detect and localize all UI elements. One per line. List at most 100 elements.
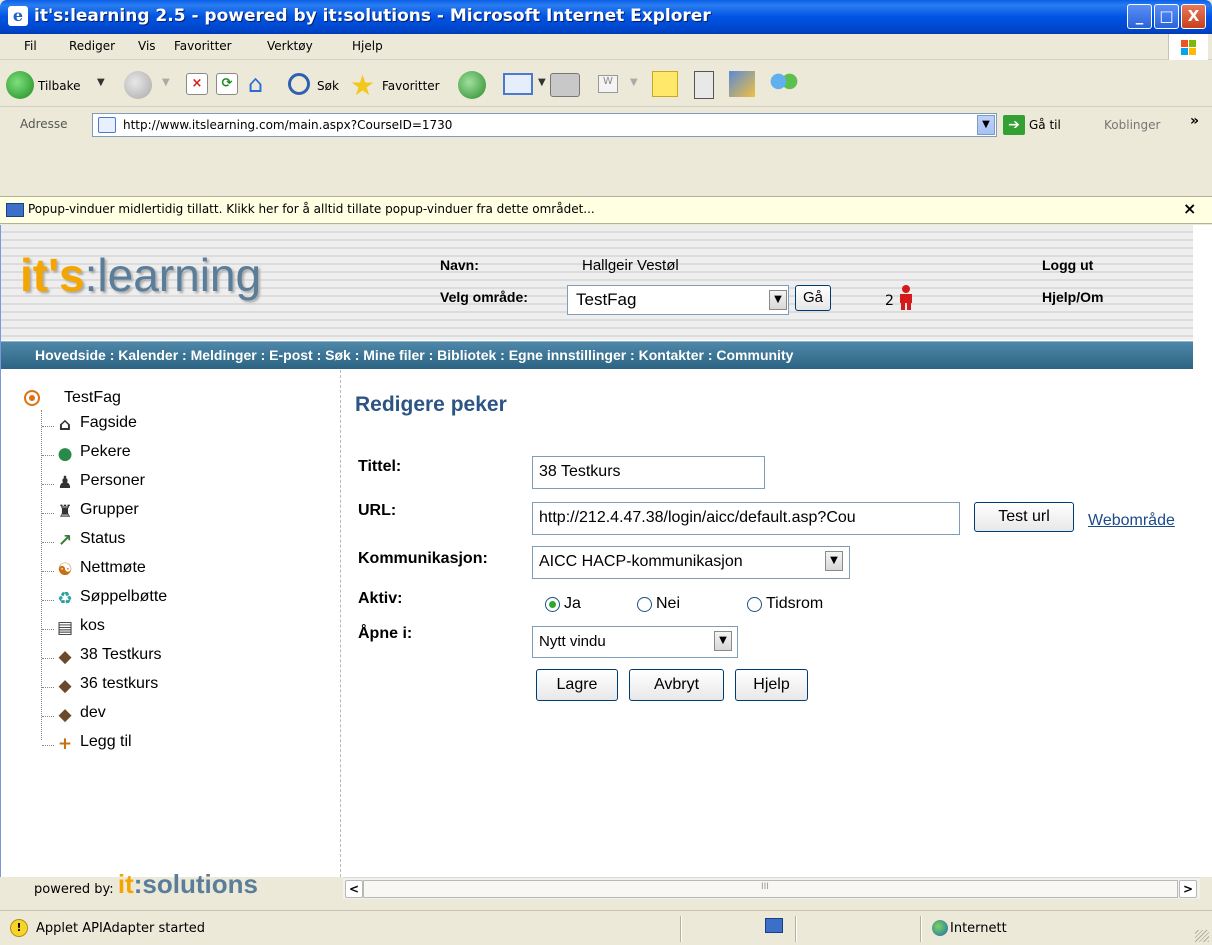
ie-icon: e: [8, 6, 28, 26]
url-input[interactable]: http://212.4.47.38/login/aicc/default.as…: [532, 502, 960, 535]
back-dropdown-icon[interactable]: ▼: [97, 77, 105, 88]
tree-connector: [42, 455, 54, 456]
horizontal-scrollbar[interactable]: < III >: [343, 877, 1200, 899]
logout-link[interactable]: Logg ut: [1042, 257, 1093, 273]
popup-close-icon[interactable]: ×: [1183, 199, 1196, 218]
popup-info-bar[interactable]: Popup-vinduer midlertidig tillatt. Klikk…: [0, 196, 1212, 224]
tree-item[interactable]: dev: [80, 704, 106, 722]
menu-help[interactable]: Hjelp: [352, 39, 383, 53]
menu-tools[interactable]: Verktøy: [267, 39, 313, 53]
edit-word-icon[interactable]: W: [598, 75, 618, 93]
nav-links[interactable]: Hovedside : Kalender : Meldinger : E-pos…: [35, 347, 793, 363]
favorites-label[interactable]: Favoritter: [382, 79, 440, 93]
stop-icon[interactable]: ×: [186, 73, 208, 95]
research-icon[interactable]: [729, 71, 755, 97]
status-divider: [795, 916, 797, 942]
document-icon: ▤: [56, 618, 74, 638]
tree-item[interactable]: Personer: [80, 472, 145, 490]
links-chevron-icon[interactable]: »: [1190, 113, 1199, 129]
popup-info-text[interactable]: Popup-vinduer midlertidig tillatt. Klikk…: [28, 202, 595, 216]
radio-period[interactable]: [747, 597, 762, 612]
tree-item[interactable]: Fagside: [80, 414, 137, 432]
radio-yes[interactable]: [545, 597, 560, 612]
communication-select[interactable]: AICC HACP-kommunikasjon: [532, 546, 850, 579]
popup-blocker-icon[interactable]: [765, 918, 783, 933]
area-select[interactable]: TestFag: [567, 285, 789, 315]
back-arrow-icon[interactable]: [6, 71, 34, 99]
maximize-button[interactable]: □: [1154, 4, 1179, 29]
go-button[interactable]: Gå til: [1029, 118, 1061, 132]
open-in-dropdown-icon[interactable]: ▼: [714, 631, 732, 651]
radio-no[interactable]: [637, 597, 652, 612]
menu-edit[interactable]: Rediger: [69, 39, 115, 53]
book-icon: ◆: [58, 705, 72, 725]
minimize-button[interactable]: _: [1127, 4, 1152, 29]
scroll-thumb[interactable]: [363, 880, 1178, 898]
tree-item[interactable]: kos: [80, 617, 105, 635]
edit-dropdown-icon[interactable]: ▼: [630, 77, 638, 88]
go-arrow-icon[interactable]: ➔: [1003, 115, 1025, 135]
mail-icon[interactable]: [503, 73, 533, 95]
history-icon[interactable]: [458, 71, 486, 99]
area-label: Velg område:: [440, 289, 528, 305]
menu-favorites[interactable]: Favoritter: [174, 39, 232, 53]
tree-item[interactable]: Legg til: [80, 733, 132, 751]
radio-period-label[interactable]: Tidsrom: [766, 595, 823, 613]
favorites-star-icon[interactable]: ★: [350, 69, 375, 102]
page-title: Redigere peker: [355, 393, 507, 416]
print-icon[interactable]: [550, 73, 580, 97]
messenger-people-icon[interactable]: [770, 71, 798, 97]
tree-item[interactable]: Nettmøte: [80, 559, 146, 577]
online-person-icon[interactable]: [897, 284, 915, 310]
help-button[interactable]: Hjelp: [735, 669, 808, 701]
area-dropdown-icon[interactable]: ▼: [769, 290, 787, 310]
note-icon[interactable]: [652, 71, 678, 97]
menu-view[interactable]: Vis: [138, 39, 156, 53]
web-area-link[interactable]: Webområde: [1088, 512, 1175, 530]
zone-label: Internett: [950, 921, 1007, 936]
scroll-grip: III: [761, 882, 769, 892]
book-icon: ◆: [58, 647, 72, 667]
status-divider: [920, 916, 922, 942]
windows-logo-icon: [1168, 34, 1208, 60]
tree-item[interactable]: Søppelbøtte: [80, 588, 167, 606]
close-button[interactable]: X: [1181, 4, 1206, 29]
menu-file[interactable]: Fil: [24, 39, 37, 53]
forward-arrow-icon[interactable]: [124, 71, 152, 99]
scroll-left-icon[interactable]: <: [345, 880, 363, 898]
address-input[interactable]: http://www.itslearning.com/main.aspx?Cou…: [92, 113, 997, 137]
address-dropdown-icon[interactable]: ▼: [977, 115, 995, 135]
tree-root-testfag[interactable]: TestFag: [64, 389, 121, 407]
test-url-button[interactable]: Test url: [974, 502, 1074, 532]
refresh-icon[interactable]: ⟳: [216, 73, 238, 95]
search-icon[interactable]: [288, 73, 310, 95]
itslearning-logo: it's:learning: [20, 249, 262, 301]
tree-item[interactable]: 36 testkurs: [80, 675, 158, 693]
tree-item[interactable]: Grupper: [80, 501, 139, 519]
back-label[interactable]: Tilbake: [38, 79, 81, 93]
resize-grip[interactable]: [1195, 930, 1209, 942]
radio-yes-label[interactable]: Ja: [564, 595, 581, 613]
communication-dropdown-icon[interactable]: ▼: [825, 551, 843, 571]
home-icon[interactable]: ⌂: [248, 71, 274, 97]
title-input[interactable]: 38 Testkurs: [532, 456, 765, 489]
radio-no-label[interactable]: Nei: [656, 595, 680, 613]
save-button[interactable]: Lagre: [536, 669, 618, 701]
mail-dropdown-icon[interactable]: ▼: [538, 77, 546, 88]
tree-item[interactable]: 38 Testkurs: [80, 646, 162, 664]
forward-dropdown-icon[interactable]: ▼: [162, 77, 170, 88]
open-in-select[interactable]: Nytt vindu: [532, 626, 738, 658]
tree-item[interactable]: Status: [80, 530, 125, 548]
go-area-button[interactable]: Gå: [795, 285, 831, 311]
links-button[interactable]: Koblinger: [1104, 118, 1160, 132]
tree-item[interactable]: Pekere: [80, 443, 131, 461]
address-label: Adresse: [20, 117, 68, 131]
meeting-icon: ☯: [57, 560, 73, 580]
help-about-link[interactable]: Hjelp/Om: [1042, 289, 1103, 305]
cancel-button[interactable]: Avbryt: [629, 669, 724, 701]
messenger-device-icon[interactable]: [694, 71, 714, 99]
title-label: Tittel:: [358, 458, 402, 475]
sidebar: [1, 370, 341, 877]
search-label[interactable]: Søk: [317, 79, 339, 93]
scroll-right-icon[interactable]: >: [1179, 880, 1197, 898]
